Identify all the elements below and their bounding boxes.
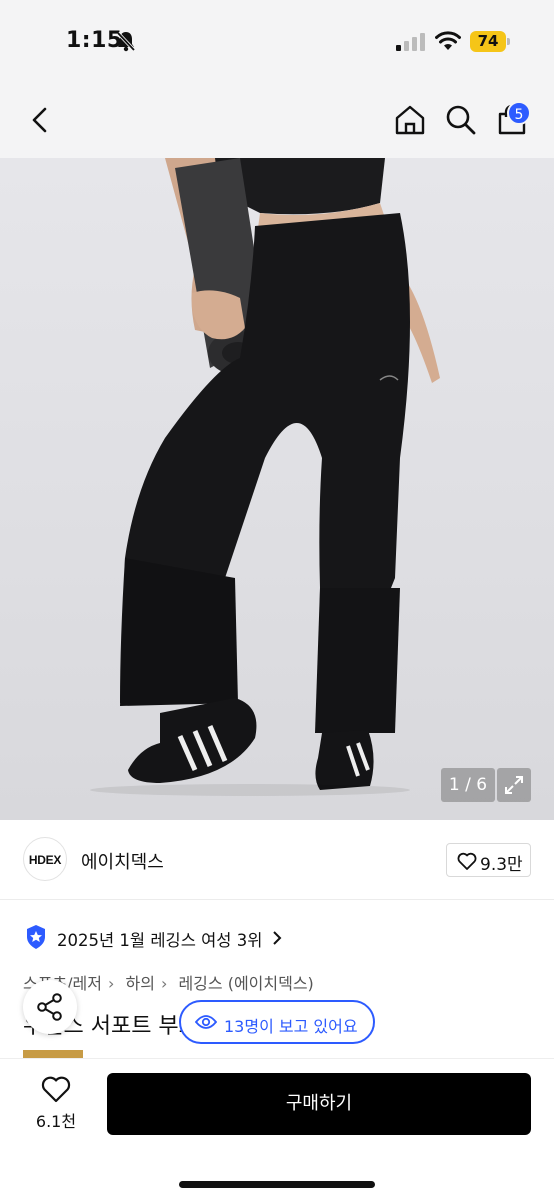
- home-icon[interactable]: [394, 104, 426, 140]
- breadcrumb-separator: ›: [108, 974, 115, 993]
- cart-count-badge: 5: [507, 101, 531, 125]
- battery-indicator: 74: [470, 31, 506, 52]
- buy-button[interactable]: 구매하기: [107, 1073, 531, 1135]
- chevron-right-icon[interactable]: [272, 930, 282, 950]
- product-image[interactable]: [0, 158, 554, 820]
- product-tag-badge: [23, 1050, 83, 1058]
- cellular-signal-icon: [396, 33, 426, 55]
- viewers-pill: 13명이 보고 있어요: [179, 1000, 375, 1044]
- wishlist-count: 6.1천: [35, 1112, 77, 1131]
- status-time: 1:15: [66, 28, 123, 53]
- battery-nub: [507, 38, 510, 45]
- breadcrumb-item[interactable]: 레깅스 (에이치덱스): [178, 974, 313, 993]
- ranking-text[interactable]: 2025년 1월 레깅스 여성 3위: [57, 927, 262, 951]
- wishlist-heart-icon[interactable]: [41, 1076, 71, 1107]
- image-counter: 1 / 6: [441, 768, 495, 802]
- home-indicator: [179, 1181, 375, 1188]
- search-icon[interactable]: [445, 104, 477, 140]
- eye-icon: [194, 1014, 218, 1034]
- viewers-text: 13명이 보고 있어요: [224, 1017, 358, 1036]
- brand-logo[interactable]: HDEX: [23, 837, 67, 881]
- breadcrumb-separator: ›: [160, 974, 168, 993]
- product-photo-illustration: [90, 158, 440, 796]
- back-arrow-icon[interactable]: [30, 106, 50, 138]
- bell-off-icon: [116, 30, 136, 56]
- breadcrumb-item[interactable]: 하의: [126, 974, 155, 993]
- brand-name[interactable]: 에이치덱스: [81, 848, 164, 874]
- brand-like-count: 9.3만: [480, 855, 523, 875]
- heart-icon: [457, 852, 477, 874]
- wifi-icon: [435, 31, 461, 55]
- share-button[interactable]: [23, 980, 77, 1034]
- expand-icon[interactable]: [497, 768, 531, 802]
- share-icon: [37, 993, 63, 1025]
- brand-like-button[interactable]: 9.3만: [446, 843, 531, 877]
- ranking-badge-icon: [25, 924, 47, 954]
